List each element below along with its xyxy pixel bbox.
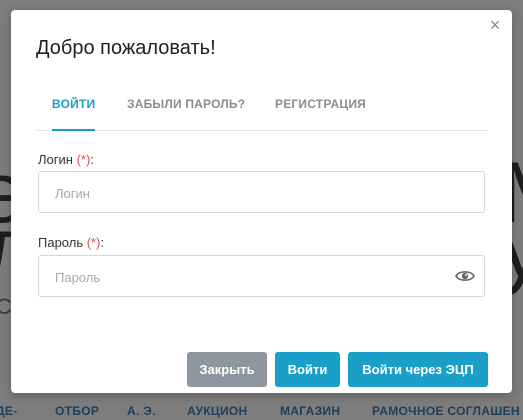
eye-icon[interactable] (455, 268, 475, 284)
required-mark: (*) (76, 152, 91, 167)
login-ecp-button[interactable]: Войти через ЭЦП (348, 352, 488, 387)
background-nav-item: МАГАЗИН (280, 404, 341, 418)
background-nav: ДЕ- ОТБОР А. Э. АУКЦИОН МАГАЗИН РАМОЧНОЕ… (0, 398, 523, 420)
close-icon[interactable]: × (486, 16, 504, 34)
login-input[interactable] (53, 172, 457, 214)
login-label-text: Логин (38, 152, 77, 167)
password-input[interactable] (53, 256, 457, 298)
tab-registration[interactable]: РЕГИСТРАЦИЯ (275, 94, 366, 129)
login-label: Логин (*): (38, 152, 94, 167)
background-nav-item: АУКЦИОН (187, 404, 248, 418)
background-nav-item: А. Э. (127, 404, 156, 418)
background-nav-item: ОТБОР (55, 404, 100, 418)
login-modal: × Добро пожаловать! ВОЙТИ ЗАБЫЛИ ПАРОЛЬ?… (11, 10, 512, 393)
required-mark: (*) (86, 235, 101, 250)
background-nav-item: ДЕ- (0, 404, 18, 418)
modal-title: Добро пожаловать! (36, 37, 216, 59)
tab-forgot-password[interactable]: ЗАБЫЛИ ПАРОЛЬ? (127, 94, 245, 129)
tab-login[interactable]: ВОЙТИ (52, 94, 96, 131)
password-field (38, 255, 485, 298)
auth-tabs: ВОЙТИ ЗАБЫЛИ ПАРОЛЬ? РЕГИСТРАЦИЯ (36, 94, 487, 131)
close-button[interactable]: Закрыть (187, 352, 267, 387)
label-suffix: : (100, 235, 105, 250)
password-label-text: Пароль (38, 235, 87, 250)
login-button[interactable]: Войти (275, 352, 340, 387)
login-field (38, 171, 485, 214)
password-label: Пароль (*): (38, 235, 104, 250)
background-nav-item: РАМОЧНОЕ СОГЛАШЕН (372, 404, 520, 418)
label-suffix: : (90, 152, 94, 167)
